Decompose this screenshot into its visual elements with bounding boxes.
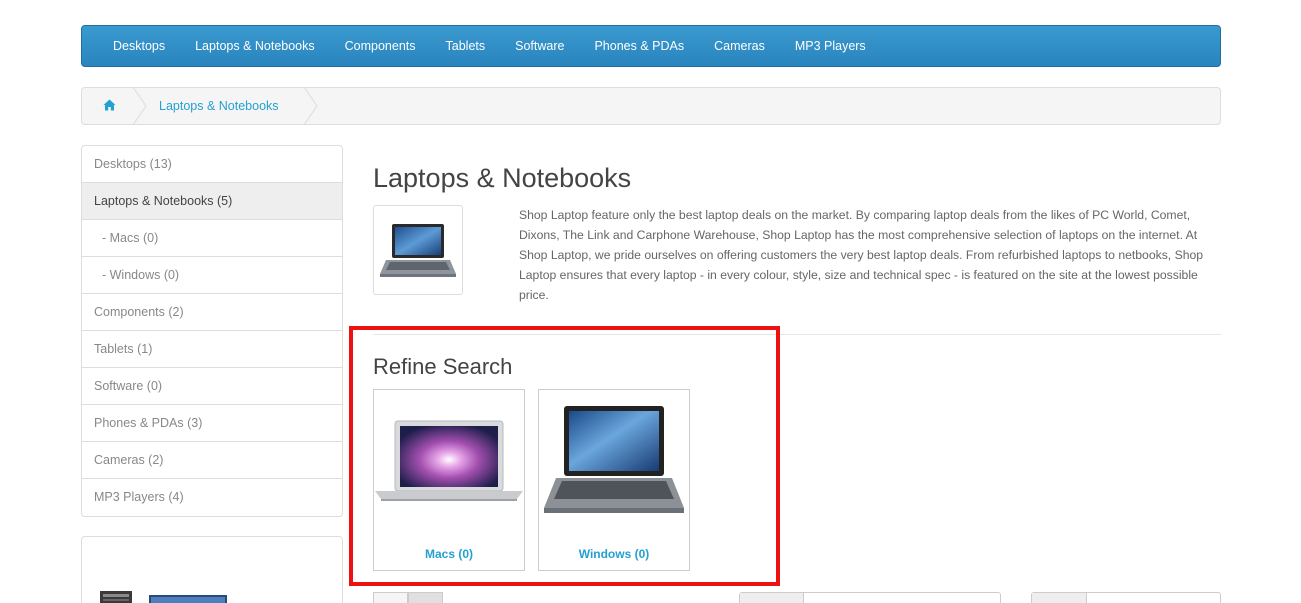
sidebar-item-phones-pdas[interactable]: Phones & PDAs (3) [82, 405, 342, 442]
sidebar-banner[interactable] [81, 536, 343, 603]
sidebar-item-laptops-notebooks[interactable]: Laptops & Notebooks (5) [82, 183, 342, 220]
macbook-image [375, 420, 523, 501]
category-description: Shop Laptop feature only the best laptop… [519, 208, 1204, 302]
sidebar-item-mp3-players[interactable]: MP3 Players (4) [82, 479, 342, 516]
sidebar-item-windows[interactable]: - Windows (0) [82, 257, 342, 294]
refine-card-label[interactable]: Windows (0) [539, 547, 689, 561]
menu-item-desktops[interactable]: Desktops [98, 26, 180, 66]
menu-item-components[interactable]: Components [330, 26, 431, 66]
banner-image [100, 591, 227, 603]
menu-item-mp3-players[interactable]: MP3 Players [780, 26, 881, 66]
menu-item-tablets[interactable]: Tablets [431, 26, 501, 66]
store-logo[interactable] [81, 0, 421, 8]
menu-item-phones-pdas[interactable]: Phones & PDAs [579, 26, 699, 66]
main-menu: Desktops Laptops & Notebooks Components … [81, 25, 1221, 67]
refine-card-label[interactable]: Macs (0) [374, 547, 524, 561]
breadcrumb-home[interactable] [82, 87, 147, 125]
sort-select[interactable] [739, 592, 1001, 603]
list-view-button[interactable] [373, 592, 408, 603]
category-sidebar: Desktops (13) Laptops & Notebooks (5) - … [81, 145, 343, 517]
list-icon [385, 598, 397, 603]
home-icon [103, 99, 116, 114]
menu-item-software[interactable]: Software [500, 26, 579, 66]
grid-view-button[interactable] [408, 592, 443, 603]
sort-label [740, 593, 804, 603]
sidebar-item-macs[interactable]: - Macs (0) [82, 220, 342, 257]
view-toggle [373, 592, 443, 603]
macs-image[interactable] [374, 390, 524, 530]
grid-icon [420, 598, 432, 603]
sidebar-item-tablets[interactable]: Tablets (1) [82, 331, 342, 368]
refine-card-macs[interactable]: Macs (0) [373, 389, 525, 571]
breadcrumb-separator-icon [303, 87, 318, 125]
sidebar-item-desktops[interactable]: Desktops (13) [82, 146, 342, 183]
sidebar-item-cameras[interactable]: Cameras (2) [82, 442, 342, 479]
refine-search-title: Refine Search [373, 354, 513, 379]
breadcrumb: Laptops & Notebooks [81, 87, 1221, 125]
sidebar-item-software[interactable]: Software (0) [82, 368, 342, 405]
windows-image[interactable] [539, 390, 689, 530]
refine-card-windows[interactable]: Windows (0) [538, 389, 690, 571]
laptop-image [380, 224, 456, 277]
page-title: Laptops & Notebooks [373, 163, 632, 193]
limit-label [1032, 593, 1087, 603]
menu-item-cameras[interactable]: Cameras [699, 26, 780, 66]
laptop-image [544, 406, 684, 513]
category-image [373, 205, 463, 295]
menu-item-laptops-notebooks[interactable]: Laptops & Notebooks [180, 26, 330, 66]
sidebar-item-components[interactable]: Components (2) [82, 294, 342, 331]
breadcrumb-current[interactable]: Laptops & Notebooks [134, 87, 318, 125]
limit-select[interactable] [1031, 592, 1221, 603]
breadcrumb-current-label: Laptops & Notebooks [159, 99, 279, 113]
